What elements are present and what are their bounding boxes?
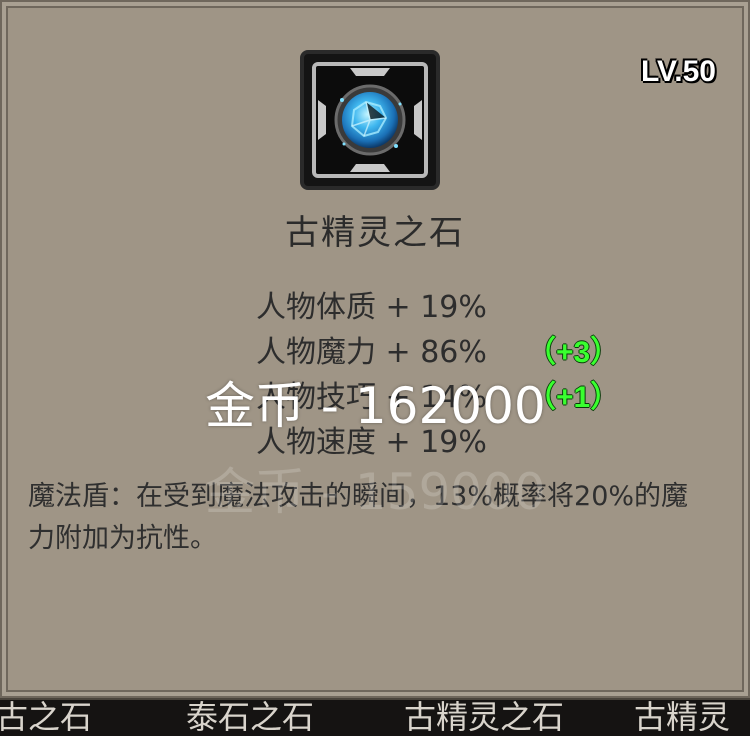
item-tab-bar: 古之石 泰石之石 古精灵之石 古精灵 [0,698,750,736]
item-level-badge: LV.50 [640,55,716,88]
stat-row: 人物体质 + 19% [256,282,487,327]
price-label: 金币 - 162000 [205,377,546,435]
panel-corner [0,0,14,14]
stat-bonus: （+3） [526,336,621,369]
blue-spirit-stone-icon [318,68,422,172]
stat-label: 人物魔力 + 86% [256,335,487,370]
item-tab[interactable]: 古之石 [0,700,92,736]
panel-corner [736,0,750,14]
price-label-fading: 金币 - 159000 [205,463,546,521]
item-tab[interactable]: 古精灵 [634,700,730,736]
item-tab[interactable]: 泰石之石 [186,700,314,736]
item-tab[interactable]: 古精灵之石 [404,700,564,736]
item-detail-panel: LV.50 古精灵之石 人物体质 + 19% 人物魔力 + 86% （+3） 人… [0,0,750,700]
item-icon-frame [300,50,440,190]
item-name: 古精灵之石 [285,213,465,253]
stat-label: 人物体质 + 19% [256,290,487,325]
